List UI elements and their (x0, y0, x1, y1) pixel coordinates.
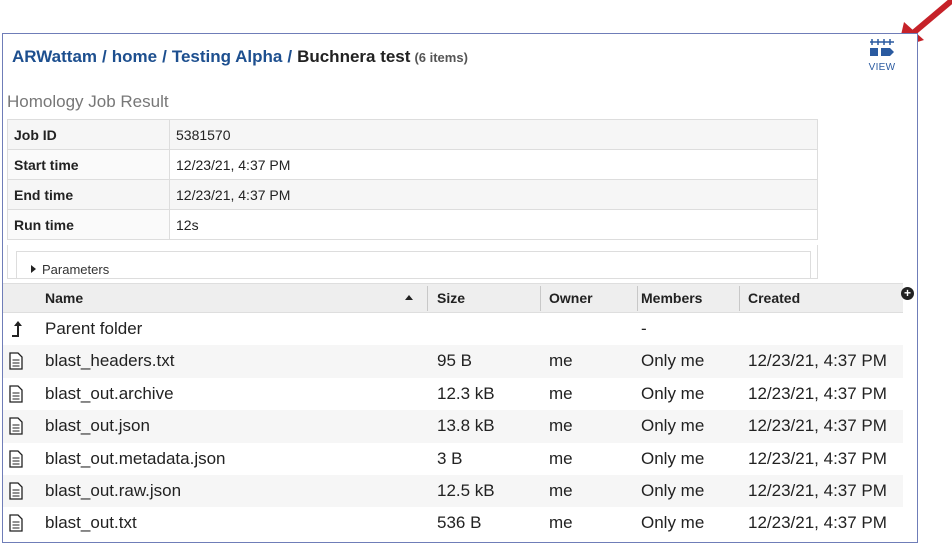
breadcrumb-separator: / (162, 47, 167, 66)
file-icon (9, 482, 23, 500)
file-name: blast_out.metadata.json (45, 448, 226, 468)
job-field-label: Start time (7, 149, 170, 180)
breadcrumb-item-arwattam[interactable]: ARWattam (12, 47, 97, 66)
file-size: 95 B (437, 351, 472, 371)
breadcrumb-item-home[interactable]: home (112, 47, 157, 66)
breadcrumb-separator: / (287, 47, 293, 66)
job-field-label: End time (7, 179, 170, 210)
column-header-members[interactable]: Members (633, 284, 739, 312)
table-row[interactable]: blast_out.metadata.json 3 B me Only me 1… (3, 443, 903, 475)
job-result-title: Homology Job Result (7, 92, 169, 111)
job-field-label: Job ID (7, 119, 170, 150)
file-created: 12/23/21, 4:37 PM (748, 351, 887, 371)
file-name: blast_out.archive (45, 383, 174, 403)
file-created: 12/23/21, 4:37 PM (748, 383, 887, 403)
file-created: 12/23/21, 4:37 PM (748, 416, 887, 436)
file-name: blast_out.json (45, 416, 150, 436)
grid-header: Name Size Owner Members Created (3, 283, 903, 313)
table-row[interactable]: blast_out.raw.json 12.5 kB me Only me 12… (3, 474, 903, 508)
file-size: 13.8 kB (437, 416, 495, 436)
file-members: Only me (641, 448, 705, 468)
breadcrumb-separator: / (102, 47, 107, 66)
breadcrumb-current: Buchnera test (297, 47, 411, 66)
file-created: 12/23/21, 4:37 PM (748, 513, 887, 533)
file-members: Only me (641, 416, 705, 436)
job-field-label: Run time (7, 209, 170, 240)
file-icon (9, 514, 23, 532)
breadcrumb: ARWattam / home / Testing Alpha / Buchnera tes… (12, 47, 468, 67)
caret-right-icon (31, 265, 36, 273)
column-header-name[interactable]: Name (37, 284, 427, 312)
table-row[interactable]: Parent folder - (3, 313, 903, 345)
job-info-row: Run time 12s (7, 209, 818, 240)
file-size: 3 B (437, 448, 463, 468)
file-icon (9, 417, 23, 435)
item-count: (6 items) (414, 50, 468, 65)
column-header-size[interactable]: Size (429, 284, 539, 312)
sort-ascending-icon[interactable] (405, 295, 413, 300)
file-owner: me (549, 351, 573, 371)
job-info-row: End time 12/23/21, 4:37 PM (7, 179, 818, 210)
file-created: 12/23/21, 4:37 PM (748, 448, 887, 468)
table-row[interactable]: blast_headers.txt 95 B me Only me 12/23/… (3, 345, 903, 378)
job-info-row: Start time 12/23/21, 4:37 PM (7, 149, 818, 180)
breadcrumb-item-testing-alpha[interactable]: Testing Alpha (172, 47, 283, 66)
file-owner: me (549, 480, 573, 500)
job-info-table: Job ID 5381570 Start time 12/23/21, 4:37… (7, 119, 818, 240)
view-button[interactable]: VIEW (862, 38, 902, 80)
file-name: Parent folder (45, 319, 143, 338)
job-field-value: 12s (169, 209, 818, 240)
add-column-icon[interactable]: + (901, 287, 914, 300)
job-field-value: 12/23/21, 4:37 PM (169, 149, 818, 180)
file-owner: me (549, 383, 573, 403)
file-owner: me (549, 513, 573, 533)
file-size: 12.3 kB (437, 383, 495, 403)
parent-folder-icon (12, 321, 22, 337)
file-icon (9, 385, 23, 403)
file-members: Only me (641, 383, 705, 403)
file-created: 12/23/21, 4:37 PM (748, 480, 887, 500)
file-members: Only me (641, 480, 705, 500)
file-members: Only me (641, 513, 705, 533)
file-size: 12.5 kB (437, 480, 495, 500)
file-size: 536 B (437, 513, 482, 533)
table-row[interactable]: blast_out.archive 12.3 kB me Only me 12/… (3, 378, 903, 410)
parameters-label: Parameters (42, 262, 110, 277)
file-members: Only me (641, 351, 705, 371)
view-button-label: VIEW (868, 62, 896, 73)
view-toggle-icon (870, 39, 894, 56)
file-owner: me (549, 416, 573, 436)
job-field-value: 12/23/21, 4:37 PM (169, 179, 818, 210)
column-header-owner[interactable]: Owner (541, 284, 637, 312)
table-row[interactable]: blast_out.txt 536 B me Only me 12/23/21,… (3, 507, 903, 539)
parameters-section: Parameters (7, 245, 818, 279)
file-name: blast_out.txt (45, 513, 137, 533)
file-owner: me (549, 448, 573, 468)
file-list: Parent folder - blast_headers.txt 95 B m… (3, 313, 903, 540)
file-members: - (641, 319, 647, 338)
job-info-row: Job ID 5381570 (7, 119, 818, 150)
file-icon (9, 352, 23, 371)
file-icon (9, 449, 23, 468)
file-name: blast_headers.txt (45, 351, 175, 371)
job-field-value: 5381570 (169, 119, 818, 150)
table-row[interactable]: blast_out.json 13.8 kB me Only me 12/23/… (3, 410, 903, 443)
column-header-created[interactable]: Created (740, 284, 900, 312)
column-divider (427, 286, 428, 311)
file-name: blast_out.raw.json (45, 480, 182, 500)
parameters-toggle[interactable]: Parameters (16, 251, 811, 279)
